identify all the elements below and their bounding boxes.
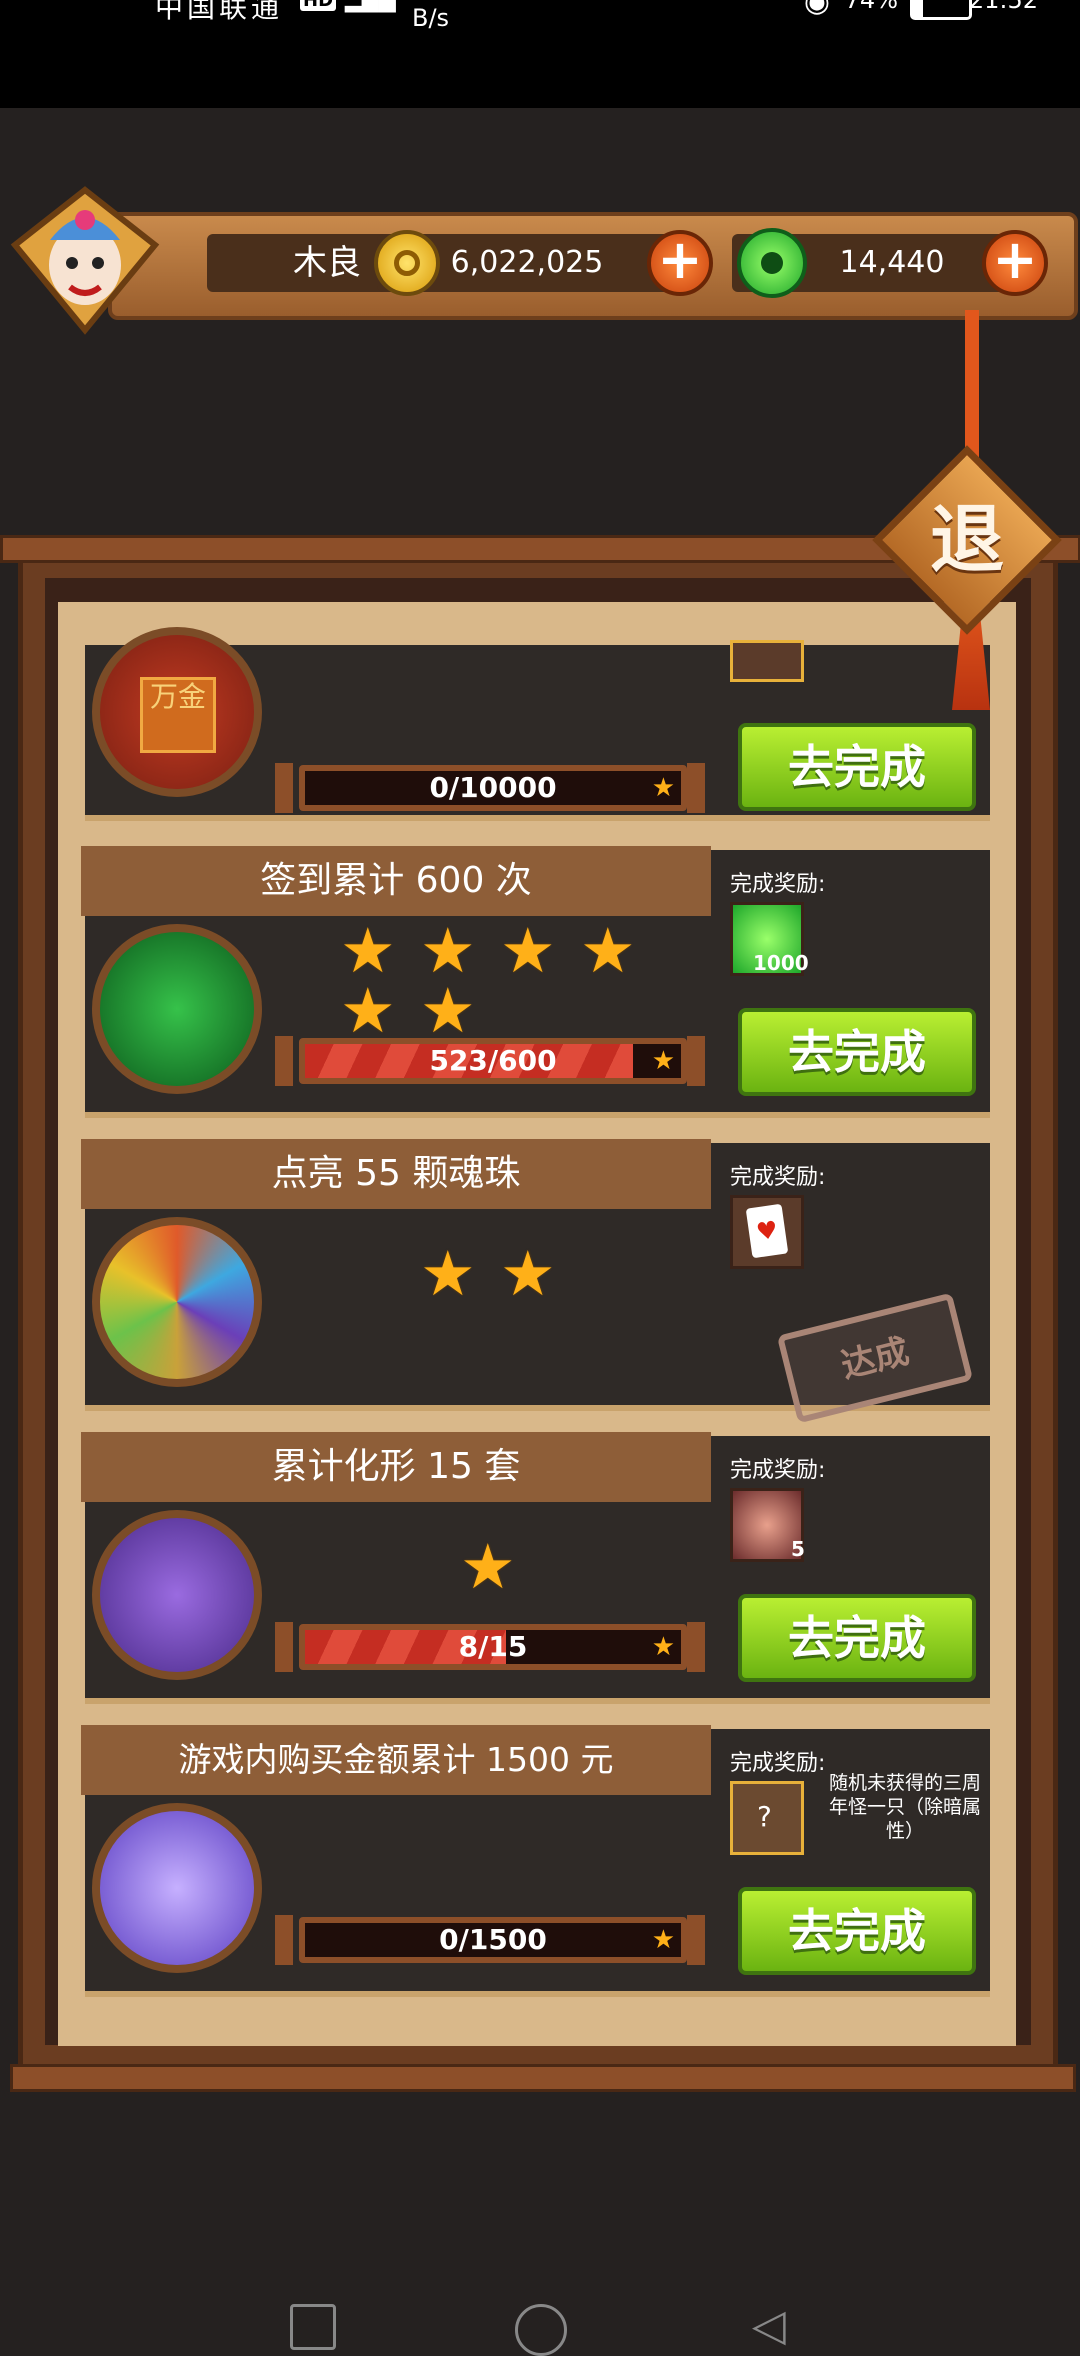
star-icon: ★ xyxy=(460,1530,516,1603)
reward-count: 5 xyxy=(791,1537,805,1561)
task-title: 游戏内购买金额累计 1500 元 xyxy=(81,1725,711,1795)
progress-text: 523/600 xyxy=(429,1044,557,1077)
system-nav-bar: ◁ xyxy=(0,2300,1080,2356)
star-icon: ★ xyxy=(420,1237,476,1310)
task-card: 万金 0/10000 ★ 去完成 xyxy=(85,627,990,815)
green-gate-icon xyxy=(92,924,262,1094)
question-mark-icon: ? xyxy=(757,1800,772,1833)
task-card: 累计化形 15 套 ★ 完成奖励: 5 8/15 ★ 去完成 xyxy=(81,1432,990,1698)
scroll-text: 万金 xyxy=(140,677,216,753)
progress-cap xyxy=(687,1036,705,1086)
task-title: 点亮 55 颗魂珠 xyxy=(81,1139,711,1209)
star-icon: ★ xyxy=(651,1046,675,1076)
go-complete-button[interactable]: 去完成 xyxy=(738,723,976,811)
heart-card-icon: ♥ xyxy=(745,1203,789,1259)
go-complete-button[interactable]: 去完成 xyxy=(738,1887,976,1975)
bottom-rail xyxy=(10,2064,1076,2092)
battery-percent: 74% xyxy=(844,0,898,14)
progress-bar: 0/1500 ★ xyxy=(299,1917,687,1963)
clock: 21:52 xyxy=(968,0,1038,14)
orb-reward-icon: 5 xyxy=(730,1488,805,1562)
go-complete-button[interactable]: 去完成 xyxy=(738,1594,976,1682)
star-icon: ★ xyxy=(580,914,636,987)
progress-bar: 523/600 ★ xyxy=(299,1038,687,1084)
gold-scroll-icon: 万金 xyxy=(92,627,262,797)
task-title: 累计化形 15 套 xyxy=(81,1432,711,1502)
recent-apps-icon[interactable] xyxy=(290,2304,336,2350)
resource-bar: 木良 6,022,025 + 14,440 + xyxy=(108,212,1078,320)
progress-cap xyxy=(275,763,293,813)
avatar[interactable] xyxy=(10,185,160,335)
reward-label: 完成奖励: xyxy=(730,1751,826,1776)
reward-label: 完成奖励: xyxy=(730,872,826,897)
reward-label: 完成奖励: xyxy=(730,1458,826,1483)
mystery-monster-icon: ? xyxy=(730,1781,804,1855)
carrier-label: 中国联通 xyxy=(155,0,284,24)
progress-cap xyxy=(275,1622,293,1672)
card-reward-icon: ♥ xyxy=(730,1195,804,1269)
progress-cap xyxy=(687,1915,705,1965)
task-title: 签到累计 600 次 xyxy=(81,846,711,916)
coin-icon xyxy=(374,230,440,296)
star-icon: ★ xyxy=(420,914,476,987)
task-card: 点亮 55 颗魂珠 ★ ★ 完成奖励: ♥ 达成 xyxy=(81,1139,990,1424)
star-icon: ★ xyxy=(651,1632,675,1662)
status-bar: 中国联通 HD ▂▄▆ B/s ◉ 74% 21:52 xyxy=(0,0,1080,108)
jade-reward-icon: 1000 xyxy=(730,902,809,976)
reward-count: 1000 xyxy=(753,951,809,975)
star-icon: ★ xyxy=(651,773,675,803)
hd-badge: HD xyxy=(300,0,337,11)
star-icon: ★ xyxy=(500,1237,556,1310)
home-icon[interactable] xyxy=(515,2304,567,2356)
add-coins-button[interactable]: + xyxy=(647,230,713,296)
progress-cap xyxy=(687,1622,705,1672)
star-icon: ★ xyxy=(340,914,396,987)
task-card: 游戏内购买金额累计 1500 元 完成奖励: ? 随机未获得的三周年怪一只（除暗… xyxy=(81,1725,990,1991)
progress-text: 8/15 xyxy=(458,1630,528,1663)
crystal-shell-icon xyxy=(92,1803,262,1973)
signal-icon: ▂▄▆ xyxy=(345,0,396,13)
progress-cap xyxy=(275,1036,293,1086)
progress-text: 0/1500 xyxy=(439,1923,547,1956)
soul-orbs-icon xyxy=(92,1217,262,1387)
wizard-hat-icon xyxy=(92,1510,262,1680)
reward-icon xyxy=(730,640,804,682)
go-complete-button[interactable]: 去完成 xyxy=(738,1008,976,1096)
exit-label: 退 xyxy=(930,497,1004,583)
reward-description: 随机未获得的三周年怪一只（除暗属性） xyxy=(828,1772,981,1842)
progress-text: 0/10000 xyxy=(429,771,557,804)
star-icon: ★ xyxy=(420,974,476,1047)
back-icon[interactable]: ◁ xyxy=(752,2300,786,2351)
net-speed: B/s xyxy=(412,4,450,32)
add-gems-button[interactable]: + xyxy=(982,230,1048,296)
task-card: 签到累计 600 次 ★ ★ ★ ★ ★ ★ 完成奖励: 1000 523/60… xyxy=(81,846,990,1112)
progress-bar: 0/10000 ★ xyxy=(299,765,687,811)
star-icon: ★ xyxy=(500,914,556,987)
reward-label: 完成奖励: xyxy=(730,1165,826,1190)
exit-button[interactable]: 退 xyxy=(872,445,1062,635)
eye-icon: ◉ xyxy=(803,0,830,19)
progress-cap xyxy=(275,1915,293,1965)
star-icon: ★ xyxy=(651,1925,675,1955)
battery-icon xyxy=(910,0,972,20)
progress-cap xyxy=(687,763,705,813)
gem-icon xyxy=(737,228,807,298)
progress-bar: 8/15 ★ xyxy=(299,1624,687,1670)
star-icon: ★ xyxy=(340,974,396,1047)
